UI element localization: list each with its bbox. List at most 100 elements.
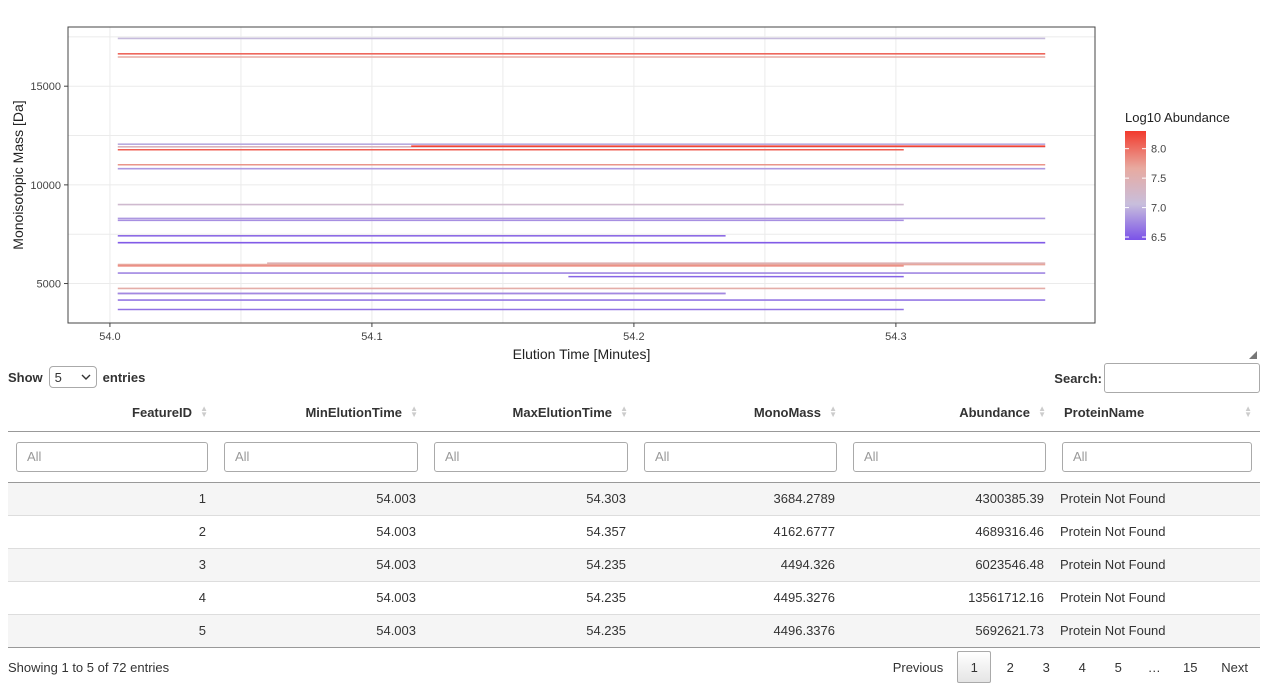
cell-abundance: 4300385.39 [845, 481, 1054, 515]
chart-svg[interactable]: 54.0 54.1 54.2 54.3 5000 10000 15000 Elution T… [0, 0, 1271, 365]
cell-maxelutiontime: 54.235 [426, 547, 636, 581]
cell-maxelutiontime: 54.235 [426, 613, 636, 648]
pagination: Previous 1 2 3 4 5 … 15 Next [879, 651, 1260, 683]
table-controls: Show 5 entries Search: [8, 363, 1260, 393]
cell-monomass: 4162.6777 [636, 514, 845, 548]
cell-minelutiontime: 54.003 [216, 514, 426, 548]
legend-tick-label: 7.0 [1151, 203, 1166, 215]
cell-featureid: 2 [8, 514, 216, 548]
cell-abundance: 13561712.16 [845, 580, 1054, 614]
legend-tick-label: 8.0 [1151, 144, 1166, 156]
filter-cell: All [426, 430, 636, 483]
page-button-2[interactable]: 2 [993, 651, 1027, 683]
chevron-down-icon [81, 374, 91, 380]
resize-handle-icon[interactable] [1247, 349, 1257, 359]
cell-minelutiontime: 54.003 [216, 580, 426, 614]
color-legend: Log10 Abundance 6.5 7.0 7.5 8.0 [1125, 110, 1230, 244]
cell-abundance: 5692621.73 [845, 613, 1054, 648]
cell-proteinname: Protein Not Found [1054, 514, 1260, 548]
pagination-ellipsis: … [1147, 659, 1161, 675]
y-tick-label: 15000 [30, 81, 61, 93]
page-length-select[interactable]: 5 [48, 366, 97, 388]
legend-tick-label: 7.5 [1151, 173, 1166, 185]
filter-cell: All [636, 430, 845, 483]
show-label: Show [8, 369, 43, 385]
sort-icon: ▲ ▼ [200, 404, 208, 419]
sort-icon: ▲ ▼ [620, 404, 628, 419]
cell-maxelutiontime: 54.235 [426, 580, 636, 614]
cell-maxelutiontime: 54.303 [426, 481, 636, 515]
filter-input-maxelutiontime[interactable]: All [434, 441, 628, 472]
x-tick-label: 54.2 [623, 331, 644, 343]
page-button-3[interactable]: 3 [1029, 651, 1063, 683]
page-button-15[interactable]: 15 [1173, 651, 1207, 683]
header-row: FeatureID ▲ ▼ MinElutionTime ▲ ▼ MaxElutionT… [8, 395, 1260, 431]
y-tick-label: 10000 [30, 180, 61, 192]
x-tick-label: 54.3 [885, 331, 906, 343]
plot-frame [67, 26, 1096, 324]
cell-minelutiontime: 54.003 [216, 481, 426, 515]
column-header-proteinname[interactable]: ProteinName ▲ ▼ [1054, 395, 1260, 431]
sort-icon: ▲ ▼ [1244, 404, 1252, 419]
next-button[interactable]: Next [1209, 651, 1260, 683]
x-tick-label: 54.1 [361, 331, 382, 343]
cell-minelutiontime: 54.003 [216, 547, 426, 581]
cell-monomass: 4494.326 [636, 547, 845, 581]
sort-icon: ▲ ▼ [1038, 404, 1046, 419]
cell-maxelutiontime: 54.357 [426, 514, 636, 548]
page-button-5[interactable]: 5 [1101, 651, 1135, 683]
filter-cell: All [8, 430, 216, 483]
filter-input-minelutiontime[interactable]: All [224, 441, 418, 472]
cell-abundance: 4689316.46 [845, 514, 1054, 548]
column-header-minelutiontime[interactable]: MinElutionTime ▲ ▼ [216, 395, 426, 431]
filter-input-featureid[interactable]: All [16, 441, 208, 472]
cell-featureid: 3 [8, 547, 216, 581]
table-row[interactable]: 3 54.003 54.235 4494.326 6023546.48 Prot… [8, 547, 1260, 581]
table-row[interactable]: 4 54.003 54.235 4495.3276 13561712.16 Pr… [8, 580, 1260, 614]
filter-row: All All All All All All [8, 430, 1260, 483]
cell-monomass: 3684.2789 [636, 481, 845, 515]
cell-proteinname: Protein Not Found [1054, 580, 1260, 614]
search-input[interactable] [1104, 363, 1260, 393]
cell-featureid: 5 [8, 613, 216, 648]
cell-proteinname: Protein Not Found [1054, 481, 1260, 515]
legend-tick-label: 6.5 [1151, 232, 1166, 244]
table-row[interactable]: 5 54.003 54.235 4496.3376 5692621.73 Pro… [8, 613, 1260, 648]
page-length-value: 5 [54, 369, 62, 385]
x-axis-title: Elution Time [Minutes] [513, 346, 651, 362]
cell-monomass: 4496.3376 [636, 613, 845, 648]
cell-featureid: 1 [8, 481, 216, 515]
search-label: Search: [1054, 370, 1102, 386]
filter-input-monomass[interactable]: All [644, 441, 837, 472]
cell-proteinname: Protein Not Found [1054, 547, 1260, 581]
feature-chart[interactable]: 54.0 54.1 54.2 54.3 5000 10000 15000 Elution T… [0, 0, 1271, 365]
cell-proteinname: Protein Not Found [1054, 613, 1260, 648]
legend-colorbar [1125, 131, 1146, 240]
page-button-1[interactable]: 1 [957, 651, 992, 683]
column-header-featureid[interactable]: FeatureID ▲ ▼ [8, 395, 216, 431]
legend-title: Log10 Abundance [1125, 110, 1230, 125]
search-control: Search: [1054, 363, 1260, 393]
table-row[interactable]: 1 54.003 54.303 3684.2789 4300385.39 Pro… [8, 481, 1260, 515]
page-button-4[interactable]: 4 [1065, 651, 1099, 683]
sort-icon: ▲ ▼ [410, 404, 418, 419]
column-header-monomass[interactable]: MonoMass ▲ ▼ [636, 395, 845, 431]
filter-input-proteinname[interactable]: All [1062, 441, 1252, 472]
page-length-control: Show 5 entries [8, 366, 145, 388]
filter-cell: All [216, 430, 426, 483]
y-axis-title: Monoisotopic Mass [Da] [10, 100, 26, 249]
table-row[interactable]: 2 54.003 54.357 4162.6777 4689316.46 Pro… [8, 514, 1260, 548]
filter-cell: All [1054, 430, 1260, 483]
cell-monomass: 4495.3276 [636, 580, 845, 614]
previous-button[interactable]: Previous [881, 651, 956, 683]
column-header-abundance[interactable]: Abundance ▲ ▼ [845, 395, 1054, 431]
column-header-maxelutiontime[interactable]: MaxElutionTime ▲ ▼ [426, 395, 636, 431]
cell-featureid: 4 [8, 580, 216, 614]
table-info: Showing 1 to 5 of 72 entries [8, 660, 170, 675]
cell-minelutiontime: 54.003 [216, 613, 426, 648]
filter-input-abundance[interactable]: All [853, 441, 1046, 472]
y-tick-label: 5000 [37, 279, 61, 291]
sort-icon: ▲ ▼ [829, 404, 837, 419]
entries-label: entries [102, 369, 146, 385]
x-tick-label: 54.0 [99, 331, 120, 343]
